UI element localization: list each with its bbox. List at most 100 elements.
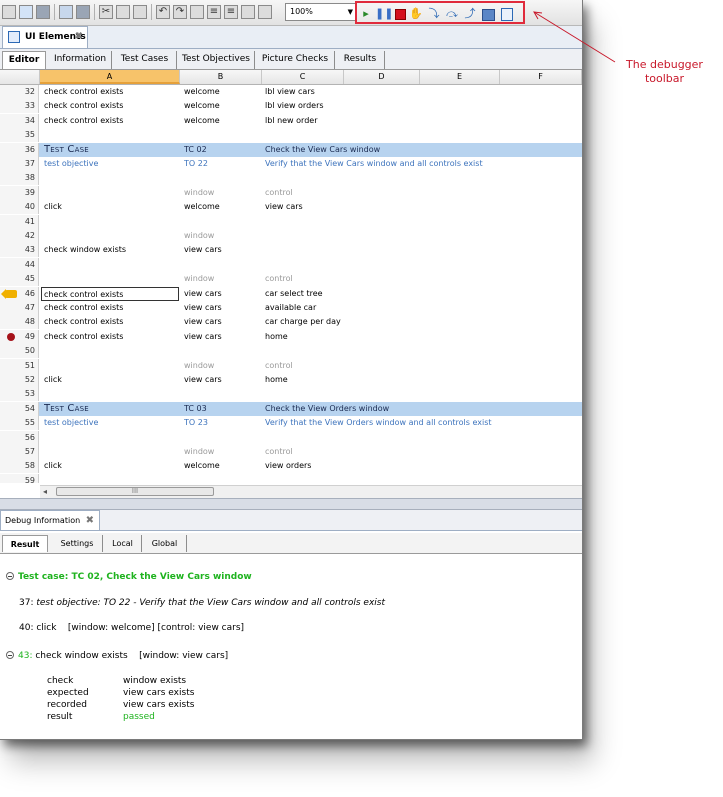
cell-b[interactable] (184, 128, 262, 142)
table-row[interactable]: 51 window control (0, 358, 582, 373)
cell-a[interactable] (44, 445, 178, 459)
tab-results[interactable]: Results (336, 51, 385, 69)
save-all-icon[interactable] (36, 5, 50, 19)
test-case-heading[interactable]: Test case: TC 02, Check the View Cars wi… (6, 571, 252, 582)
row-number[interactable]: 33 (0, 99, 39, 114)
table-row[interactable]: 57 window control (0, 445, 582, 459)
cell-b[interactable]: welcome (184, 114, 262, 128)
cell-c[interactable] (265, 215, 565, 229)
row-number[interactable]: 58 (0, 459, 39, 474)
cell-a[interactable]: click (44, 200, 178, 214)
cell-b[interactable]: view cars (184, 287, 262, 301)
cell-a[interactable] (44, 359, 178, 373)
row-number[interactable]: 39 (0, 185, 39, 200)
cell-b[interactable] (184, 258, 262, 272)
cell-c[interactable] (265, 474, 565, 483)
tab-picture-checks[interactable]: Picture Checks (256, 51, 335, 69)
table-row[interactable]: 52 click view cars home (0, 373, 582, 387)
cell-a[interactable] (44, 229, 178, 243)
column-header-e[interactable]: E (420, 70, 500, 84)
row-number[interactable]: 38 (0, 171, 39, 186)
check-line[interactable]: 43: check window exists [window: view ca… (6, 650, 228, 661)
row-number[interactable]: 40 (0, 200, 39, 215)
cell-c[interactable]: home (265, 373, 565, 387)
close-icon[interactable]: ✖ (86, 511, 94, 530)
cell-b[interactable]: view cars (184, 373, 262, 387)
redo-icon[interactable]: ↷ (173, 5, 187, 19)
cell-b[interactable] (184, 171, 262, 185)
cell-a[interactable]: click (44, 459, 178, 473)
cell-c[interactable] (265, 387, 565, 401)
collapse-icon[interactable] (6, 651, 14, 659)
cell-b[interactable]: welcome (184, 99, 262, 113)
cell-b[interactable]: view cars (184, 301, 262, 315)
cell-b[interactable]: view cars (184, 330, 262, 344)
row-number[interactable]: 36 (0, 142, 39, 157)
cell-c[interactable] (265, 258, 565, 272)
cell-b[interactable]: window (184, 229, 262, 243)
tab-settings[interactable]: Settings (52, 535, 103, 552)
cell-a[interactable] (44, 431, 178, 445)
tab-local[interactable]: Local (104, 535, 142, 552)
cell-a[interactable]: Test Case (44, 143, 178, 157)
indent-icon[interactable] (241, 5, 255, 19)
cell-c[interactable]: lbl view cars (265, 85, 565, 99)
row-number[interactable]: 34 (0, 113, 39, 128)
new-file-icon[interactable] (2, 5, 16, 19)
cell-c[interactable]: Verify that the View Cars window and all… (265, 157, 565, 171)
cell-c[interactable]: control (265, 359, 565, 373)
tab-test-objectives[interactable]: Test Objectives (178, 51, 255, 69)
step-out-icon[interactable]: ⤴ (463, 7, 477, 21)
table-row[interactable]: 39 window control (0, 185, 582, 200)
row-number[interactable]: 32 (0, 85, 39, 99)
cell-c[interactable]: control (265, 186, 565, 200)
table-row[interactable]: 40 click welcome view cars (0, 200, 582, 215)
column-header-f[interactable]: F (500, 70, 582, 84)
cell-a[interactable]: test objective (44, 416, 178, 430)
save-icon[interactable] (19, 5, 33, 19)
tab-global[interactable]: Global (143, 535, 187, 552)
debug-info-icon[interactable] (500, 7, 514, 21)
scrollbar-thumb[interactable]: III (56, 487, 214, 496)
cell-a[interactable] (44, 186, 178, 200)
table-row[interactable]: 48 check control exists view cars car charg… (0, 315, 582, 330)
row-number[interactable]: 44 (0, 257, 39, 272)
table-row[interactable]: 50 (0, 344, 582, 359)
current-line-arrow-icon[interactable] (1, 288, 17, 299)
cell-c[interactable]: control (265, 445, 565, 459)
cell-a[interactable] (44, 128, 178, 142)
step-over-icon[interactable]: ⤼ (445, 7, 459, 21)
cell-a[interactable]: check control exists (44, 315, 178, 329)
cell-c[interactable]: available car (265, 301, 565, 315)
copy-icon[interactable] (116, 5, 130, 19)
table-row[interactable]: 33 check control exists welcome lbl view or… (0, 99, 582, 114)
row-number[interactable]: 50 (0, 344, 39, 359)
paste-icon[interactable] (133, 5, 147, 19)
cell-b[interactable] (184, 431, 262, 445)
cell-a[interactable]: test objective (44, 157, 178, 171)
zoom-select[interactable]: 100% ▼ (285, 3, 357, 21)
cell-c[interactable]: view orders (265, 459, 565, 473)
cell-b[interactable]: TO 23 (184, 416, 262, 430)
table-row[interactable]: 49 check control exists view cars home (0, 329, 582, 344)
step-into-icon[interactable]: ⤵ (427, 7, 441, 21)
table-row[interactable]: 58 click welcome view orders (0, 459, 582, 474)
table-row[interactable]: 35 (0, 128, 582, 143)
cell-a[interactable] (44, 344, 178, 358)
cell-c[interactable] (265, 243, 565, 257)
cell-c[interactable]: Check the View Orders window (265, 402, 565, 416)
cell-a[interactable] (44, 474, 178, 483)
row-number[interactable]: 57 (0, 445, 39, 459)
table-row[interactable]: 47 check control exists view cars available… (0, 301, 582, 315)
cell-b[interactable]: window (184, 272, 262, 286)
find-icon[interactable] (190, 5, 204, 19)
cell-c[interactable] (265, 171, 565, 185)
cell-b[interactable]: welcome (184, 459, 262, 473)
row-number[interactable]: 52 (0, 373, 39, 387)
column-header-c[interactable]: C (262, 70, 344, 84)
breakpoint-icon[interactable] (7, 332, 15, 341)
cell-b[interactable]: window (184, 359, 262, 373)
stop-icon[interactable] (393, 7, 407, 21)
cell-b[interactable] (184, 474, 262, 483)
cell-b[interactable] (184, 215, 262, 229)
